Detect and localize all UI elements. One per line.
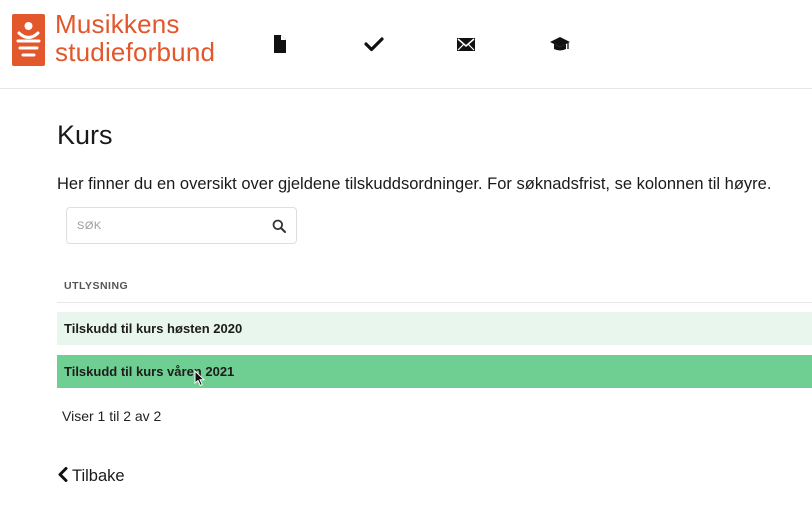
table-row-label: Tilskudd til kurs våren 2021 (64, 364, 235, 379)
search-icon[interactable] (272, 219, 286, 233)
document-icon[interactable] (270, 34, 290, 54)
checkmark-icon[interactable] (364, 34, 384, 54)
column-header-label: UTLYSNING (64, 280, 129, 292)
logo-icon[interactable] (12, 14, 45, 66)
brand-name[interactable]: Musikkens studieforbund (55, 10, 215, 66)
search-box (66, 207, 297, 244)
table-row[interactable]: Tilskudd til kurs våren 2021 (57, 355, 812, 388)
table-info: Viser 1 til 2 av 2 (62, 408, 162, 424)
mouse-pointer-icon (194, 369, 206, 392)
envelope-icon[interactable] (456, 34, 476, 54)
page-title: Kurs (57, 120, 113, 150)
column-header-utlysning[interactable]: UTLYSNING (57, 278, 812, 303)
brand-name-line1: Musikkens (55, 9, 180, 39)
graduation-cap-icon[interactable] (549, 34, 570, 54)
search-input[interactable] (75, 214, 264, 238)
table-row-label: Tilskudd til kurs høsten 2020 (64, 321, 243, 336)
page-intro-text: Her finner du en oversikt over gjeldene … (57, 175, 772, 193)
top-header: Musikkens studieforbund (0, 0, 812, 89)
brand-name-line2: studieforbund (55, 37, 216, 67)
table-row[interactable]: Tilskudd til kurs høsten 2020 (57, 312, 812, 345)
back-link-label: Tilbake (72, 467, 125, 485)
back-link[interactable]: Tilbake (57, 467, 125, 487)
chevron-left-icon (57, 467, 68, 487)
